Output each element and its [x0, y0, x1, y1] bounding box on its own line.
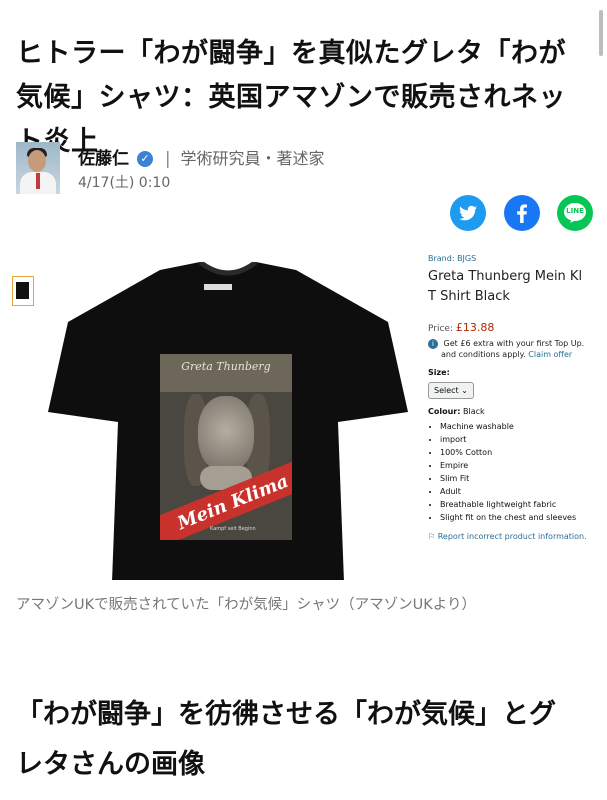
publish-date: 4/17(土) 0:10	[78, 175, 171, 191]
facebook-f-icon	[517, 204, 527, 223]
scrollbar[interactable]	[599, 10, 603, 56]
product-price: £13.88	[455, 321, 495, 334]
author-title: 学術研究員・著述家	[180, 149, 325, 168]
line-label: LINE	[566, 207, 584, 215]
feature-item: Slim Fit	[440, 472, 607, 485]
feature-list: Machine washable import 100% Cotton Empi…	[428, 420, 607, 524]
price-row: Price: £13.88	[428, 321, 607, 334]
shirt-print-poster: Greta Thunberg Mein Klima Kampf seit Beg…	[160, 354, 292, 540]
offer-line2: and conditions apply.	[441, 350, 526, 359]
verified-badge-icon: ✓	[136, 151, 153, 167]
share-line-button[interactable]: LINE	[557, 195, 593, 231]
feature-item: Machine washable	[440, 420, 607, 433]
report-link[interactable]: ⚐ Report incorrect product information.	[428, 532, 607, 541]
section-heading: 「わが闘争」を彷彿させる「わが気候」とグレタさんの画像	[16, 699, 556, 780]
info-icon: i	[428, 339, 438, 349]
article-image[interactable]: Greta Thunberg Mein Klima Kampf seit Beg…	[0, 244, 607, 580]
claim-offer-link[interactable]: Claim offer	[528, 350, 572, 359]
flag-icon: ⚐	[428, 532, 436, 541]
feature-item: Breathable lightweight fabric	[440, 498, 607, 511]
product-title-line1: Greta Thunberg Mein Kl	[428, 269, 583, 284]
share-twitter-button[interactable]	[450, 195, 486, 231]
price-label: Price:	[428, 324, 453, 334]
product-title-line2: T Shirt Black	[428, 289, 510, 304]
poster-sub-text: Kampf seit Beginn	[210, 526, 256, 532]
author-separator: |	[164, 149, 171, 169]
author-name[interactable]: 佐藤仁	[78, 149, 129, 169]
offer-text: i Get £6 extra with your first Top Up. a…	[428, 338, 607, 360]
author-avatar[interactable]	[16, 142, 60, 194]
author-line: 佐藤仁 ✓ | 学術研究員・著述家	[78, 144, 325, 169]
colour-value: Black	[463, 407, 485, 416]
image-caption: アマゾンUKで販売されていた「わが気候」シャツ（アマゾンUKより）	[16, 597, 477, 613]
feature-item: Slight fit on the chest and sleeves	[440, 511, 607, 524]
feature-item: Adult	[440, 485, 607, 498]
product-brand[interactable]: Brand: BJGS	[428, 254, 607, 263]
feature-item: import	[440, 433, 607, 446]
feature-item: 100% Cotton	[440, 446, 607, 459]
report-text: Report incorrect product information.	[437, 532, 587, 541]
product-info: Brand: BJGS Greta Thunberg Mein Kl T Shi…	[428, 254, 607, 541]
share-facebook-button[interactable]	[504, 195, 540, 231]
size-select-value: Select	[434, 386, 459, 395]
poster-name-text: Greta Thunberg	[181, 360, 271, 373]
colour-label: Colour:	[428, 407, 461, 416]
chevron-down-icon: ⌄	[461, 386, 468, 395]
offer-line1: Get £6 extra with your first Top Up.	[443, 339, 585, 348]
twitter-bird-icon	[459, 205, 477, 221]
product-thumbnail[interactable]	[12, 276, 34, 306]
feature-item: Empire	[440, 459, 607, 472]
size-select[interactable]: Select ⌄	[428, 382, 474, 399]
size-label: Size:	[428, 368, 450, 377]
colour-row: Colour: Black	[428, 407, 607, 416]
